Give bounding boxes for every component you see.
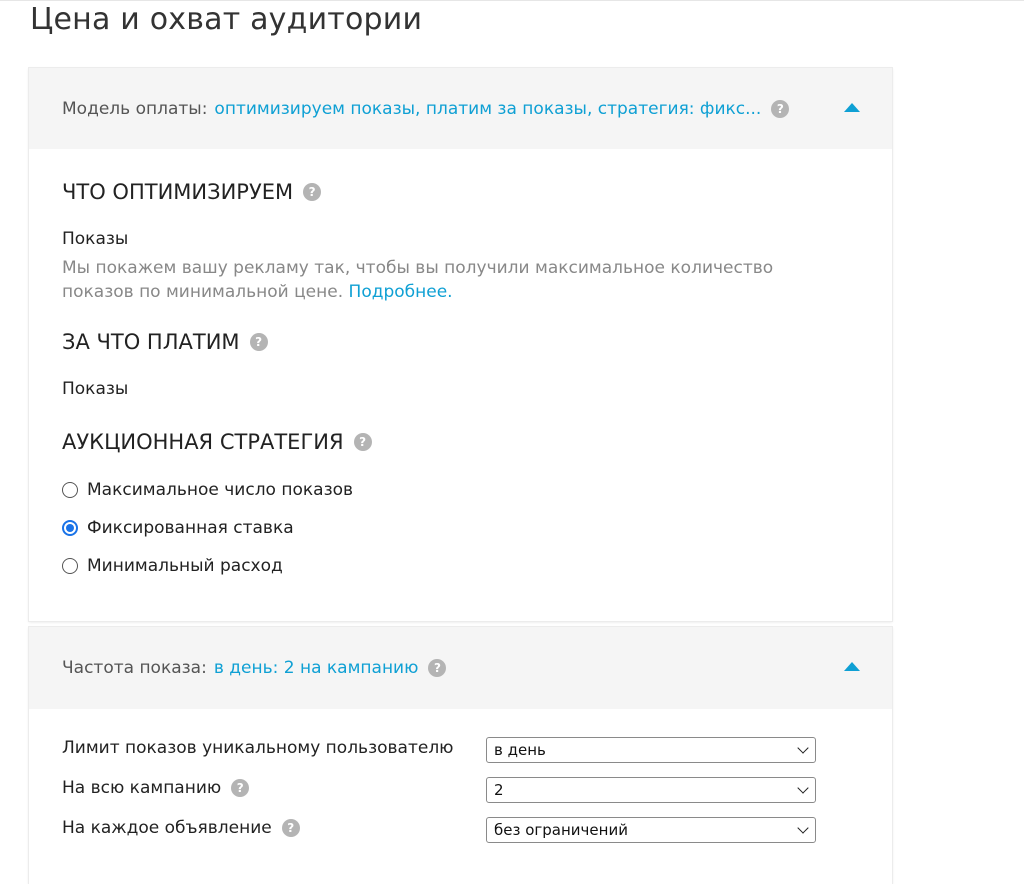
frequency-label: Частота показа: xyxy=(62,658,207,678)
help-icon[interactable]: ? xyxy=(771,99,790,118)
top-divider xyxy=(0,0,1024,1)
optimize-title: ЧТО ОПТИМИЗИРУЕМ xyxy=(62,180,294,204)
strategy-option-min-spend[interactable]: Минимальный расход xyxy=(62,556,283,576)
frequency-value[interactable]: в день: 2 на кампанию xyxy=(214,658,419,678)
pay-for-section-title: ЗА ЧТО ПЛАТИМ ? xyxy=(62,330,268,354)
page-title: Цена и охват аудитории xyxy=(30,2,423,37)
payment-model-header[interactable]: Модель оплаты: оптимизируем показы, плат… xyxy=(29,68,892,149)
help-icon[interactable]: ? xyxy=(428,659,447,677)
campaign-limit-label: На всю кампанию ? xyxy=(62,778,250,798)
strategy-section-title: АУКЦИОННАЯ СТРАТЕГИЯ ? xyxy=(62,430,372,454)
optimize-section-title: ЧТО ОПТИМИЗИРУЕМ ? xyxy=(62,180,322,204)
strategy-option-fixed-bid[interactable]: Фиксированная ставка xyxy=(62,518,294,538)
chevron-down-icon xyxy=(797,742,809,754)
payment-model-value[interactable]: оптимизируем показы, платим за показы, с… xyxy=(214,99,761,119)
ad-limit-select[interactable]: без ограничений xyxy=(486,817,816,843)
collapse-up-icon[interactable] xyxy=(844,103,860,112)
help-icon[interactable]: ? xyxy=(281,819,300,837)
select-value: без ограничений xyxy=(494,821,628,839)
ad-limit-label: На каждое объявление ? xyxy=(62,818,300,838)
form-label-text: На всю кампанию xyxy=(62,778,222,798)
radio-button-selected[interactable] xyxy=(62,520,78,536)
select-value: в день xyxy=(494,741,546,759)
optimize-description: Мы покажем вашу рекламу так, чтобы вы по… xyxy=(62,256,842,304)
frequency-header[interactable]: Частота показа: в день: 2 на кампанию ? xyxy=(29,627,892,709)
help-icon[interactable]: ? xyxy=(231,779,250,797)
pay-for-title: ЗА ЧТО ПЛАТИМ xyxy=(62,330,240,354)
unique-user-limit-label: Лимит показов уникальному пользователю xyxy=(62,738,454,758)
strategy-option-max-impressions[interactable]: Максимальное число показов xyxy=(62,480,353,500)
radio-button[interactable] xyxy=(62,558,78,574)
frequency-panel: Частота показа: в день: 2 на кампанию ? … xyxy=(29,627,892,884)
more-link[interactable]: Подробнее. xyxy=(349,282,453,302)
payment-model-label: Модель оплаты: xyxy=(62,98,208,119)
radio-label: Максимальное число показов xyxy=(87,480,354,500)
radio-button[interactable] xyxy=(62,482,78,498)
help-icon[interactable]: ? xyxy=(249,333,268,351)
strategy-title: АУКЦИОННАЯ СТРАТЕГИЯ xyxy=(62,430,344,454)
radio-label: Минимальный расход xyxy=(87,556,283,576)
collapse-up-icon[interactable] xyxy=(844,662,860,671)
pay-for-value: Показы xyxy=(62,379,129,399)
select-value: 2 xyxy=(494,781,504,799)
form-label-text: На каждое объявление xyxy=(62,818,272,838)
optimize-value: Показы xyxy=(62,229,129,249)
radio-label: Фиксированная ставка xyxy=(87,518,294,538)
payment-model-panel: Модель оплаты: оптимизируем показы, плат… xyxy=(29,68,892,621)
help-icon[interactable]: ? xyxy=(303,183,322,201)
unique-user-limit-select[interactable]: в день xyxy=(486,737,816,763)
help-icon[interactable]: ? xyxy=(353,433,372,451)
chevron-down-icon xyxy=(797,822,809,834)
campaign-limit-select[interactable]: 2 xyxy=(486,777,816,803)
form-label-text: Лимит показов уникальному пользователю xyxy=(62,738,454,758)
chevron-down-icon xyxy=(797,782,809,794)
